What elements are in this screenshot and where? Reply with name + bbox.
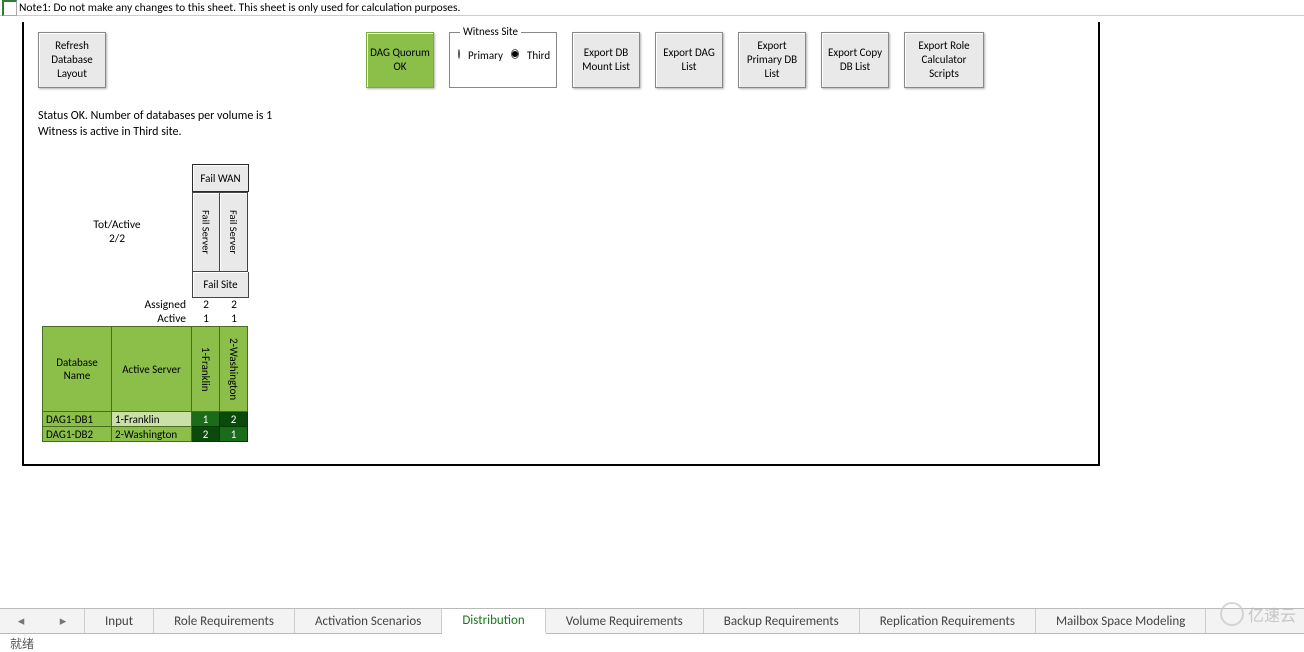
table-row: DAG1-DB2 2-Washington 2 1 <box>42 427 249 442</box>
tab-nav-next-icon[interactable]: ▸ <box>60 614 67 629</box>
tab-activation-scenarios[interactable]: Activation Scenarios <box>295 609 442 633</box>
col-active-server: Active Server <box>112 326 192 412</box>
active-label: Active <box>42 312 192 326</box>
fail-server-2-button[interactable]: Fail Server <box>220 192 248 272</box>
cell-selector[interactable] <box>2 0 17 16</box>
witness-legend: Witness Site <box>460 25 521 38</box>
active-val-2: 1 <box>220 312 248 326</box>
tab-input[interactable]: Input <box>85 609 154 633</box>
tab-replication-requirements[interactable]: Replication Requirements <box>860 609 1036 633</box>
col-server-2: 2-Washington <box>220 326 248 412</box>
table-row: DAG1-DB1 1-Franklin 1 2 <box>42 412 249 427</box>
tab-role-requirements[interactable]: Role Requirements <box>154 609 295 633</box>
tab-volume-requirements[interactable]: Volume Requirements <box>546 609 704 633</box>
refresh-button[interactable]: Refresh Database Layout <box>38 32 106 88</box>
db-name-cell: DAG1-DB1 <box>42 412 112 427</box>
col-server-1: 1-Franklin <box>192 326 220 412</box>
export-copy-db-button[interactable]: Export Copy DB List <box>821 32 889 88</box>
tab-distribution[interactable]: Distribution <box>442 609 545 634</box>
copy-cell: 1 <box>220 427 248 442</box>
sheet-tabs: ◂ ▸ InputRole RequirementsActivation Sce… <box>0 608 1304 634</box>
export-dag-button[interactable]: Export DAG List <box>655 32 723 88</box>
witness-primary-radio[interactable] <box>458 49 460 59</box>
active-server-cell: 1-Franklin <box>112 412 192 427</box>
active-val-1: 1 <box>192 312 220 326</box>
status-line-1: Status OK. Number of databases per volum… <box>38 108 1084 124</box>
witness-third-radio[interactable] <box>511 49 519 59</box>
export-role-scripts-button[interactable]: Export Role Calculator Scripts <box>904 32 984 88</box>
tab-nav-prev-icon[interactable]: ◂ <box>18 614 25 629</box>
fail-site-button[interactable]: Fail Site <box>192 272 249 298</box>
export-primary-db-button[interactable]: Export Primary DB List <box>738 32 806 88</box>
watermark-icon <box>1220 602 1244 626</box>
copy-cell: 2 <box>220 412 248 427</box>
assigned-val-1: 2 <box>192 298 220 312</box>
fail-wan-button[interactable]: Fail WAN <box>192 164 249 192</box>
fail-server-1-button[interactable]: Fail Server <box>192 192 220 272</box>
dag-quorum-button[interactable]: DAG Quorum OK <box>366 32 434 88</box>
col-database-name: Database Name <box>42 326 112 412</box>
copy-cell: 1 <box>192 412 220 427</box>
assigned-val-2: 2 <box>220 298 248 312</box>
active-server-cell: 2-Washington <box>112 427 192 442</box>
watermark: 亿速云 <box>1220 602 1296 626</box>
witness-primary-label: Primary <box>468 49 503 62</box>
tot-active-value: 2/2 <box>109 232 125 246</box>
tab-backup-requirements[interactable]: Backup Requirements <box>704 609 860 633</box>
copy-cell: 2 <box>192 427 220 442</box>
assigned-label: Assigned <box>42 298 192 312</box>
export-db-mount-button[interactable]: Export DB Mount List <box>572 32 640 88</box>
witness-third-label: Third <box>527 49 550 62</box>
main-panel: Refresh Database Layout DAG Quorum OK Wi… <box>22 22 1100 466</box>
tab-mailbox-space-modeling[interactable]: Mailbox Space Modeling <box>1036 609 1206 633</box>
status-line-2: Witness is active in Third site. <box>38 124 1084 140</box>
watermark-text: 亿速云 <box>1248 602 1296 626</box>
sheet-note: Note1: Do not make any changes to this s… <box>19 1 460 15</box>
db-name-cell: DAG1-DB2 <box>42 427 112 442</box>
status-ready: 就绪 <box>10 635 34 652</box>
tot-active-label: Tot/Active <box>93 218 140 232</box>
witness-site-group: Witness Site Primary Third <box>449 32 557 88</box>
